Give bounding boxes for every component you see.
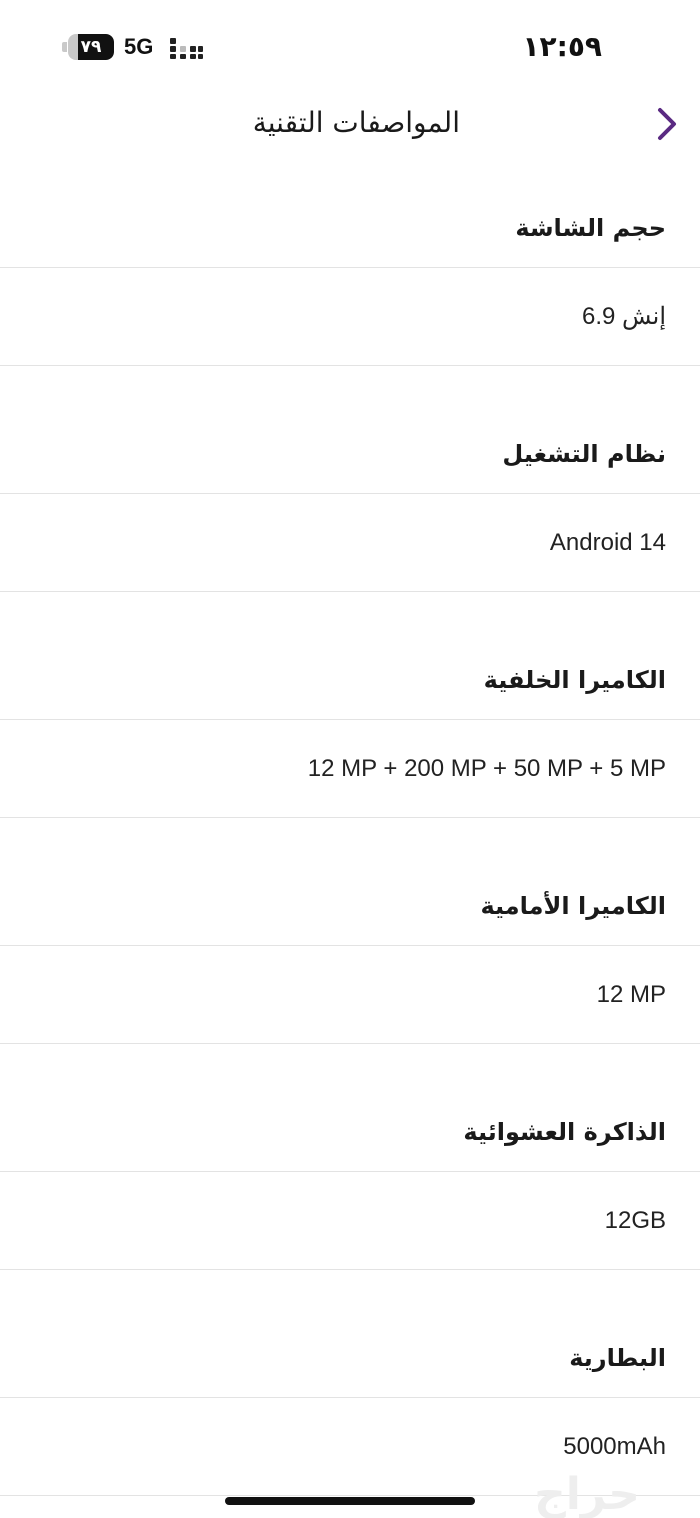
spec-screen: ٧٩ 5G ١٢:٥٩ المواصفات التقنية حجم الشاشة… [0,0,700,1518]
spec-label: الكاميرا الأمامية [480,891,666,920]
home-indicator[interactable] [225,1497,475,1505]
battery-level: ٧٩ [80,37,102,57]
status-bar: ٧٩ 5G ١٢:٥٩ [0,0,700,90]
spec-label: حجم الشاشة [515,213,666,242]
spec-value: 12GB [604,1206,666,1234]
battery-nub [62,42,67,52]
page-title: المواصفات التقنية [252,106,460,139]
spec-value-row: 12 MP + 200 MP + 50 MP + 5 MP [0,720,700,818]
back-button[interactable] [652,104,682,144]
spec-label-row: حجم الشاشة [0,180,700,268]
spec-value-row: 12GB [0,1172,700,1270]
spec-value: 5000mAh [563,1432,666,1460]
chevron-right-icon [658,108,676,140]
spec-label-row: الذاكرة العشوائية [0,1084,700,1172]
page-header: المواصفات التقنية [0,90,700,160]
spec-gap [0,1064,700,1084]
spec-gap [0,612,700,632]
spec-value-row: Android 14 [0,494,700,592]
spec-label: البطارية [569,1343,666,1372]
battery-body: ٧٩ [68,34,114,60]
spec-label-row: نظام التشغيل [0,406,700,494]
spec-label: الكاميرا الخلفية [483,665,666,694]
spec-label: نظام التشغيل [502,439,666,468]
spec-value-row: 6.9 إنش [0,268,700,366]
network-type: 5G [124,34,154,59]
watermark-logo: حراج [534,1468,640,1518]
spec-value: 12 MP [596,980,666,1008]
spec-label: الذاكرة العشوائية [463,1117,666,1146]
signal-strength-icon [170,38,203,59]
spec-value: Android 14 [549,528,666,556]
spec-value: 12 MP + 200 MP + 50 MP + 5 MP [307,754,666,782]
spec-gap [0,1290,700,1310]
spec-gap [0,386,700,406]
status-time: ١٢:٥٩ [522,30,602,63]
spec-item-os: نظام التشغيل Android 14 [0,406,700,612]
spec-item-rear-camera: الكاميرا الخلفية 12 MP + 200 MP + 50 MP … [0,632,700,838]
spec-gap [0,838,700,858]
spec-label-row: الكاميرا الأمامية [0,858,700,946]
spec-item-front-camera: الكاميرا الأمامية 12 MP [0,858,700,1064]
specs-list: حجم الشاشة 6.9 إنش نظام التشغيل Android … [0,180,700,1516]
spec-item-ram: الذاكرة العشوائية 12GB [0,1084,700,1290]
spec-label-row: الكاميرا الخلفية [0,632,700,720]
spec-value: 6.9 إنش [582,303,666,330]
spec-label-row: البطارية [0,1310,700,1398]
spec-item-screen-size: حجم الشاشة 6.9 إنش [0,180,700,386]
spec-value-row: 12 MP [0,946,700,1044]
battery-indicator: ٧٩ [62,34,116,60]
